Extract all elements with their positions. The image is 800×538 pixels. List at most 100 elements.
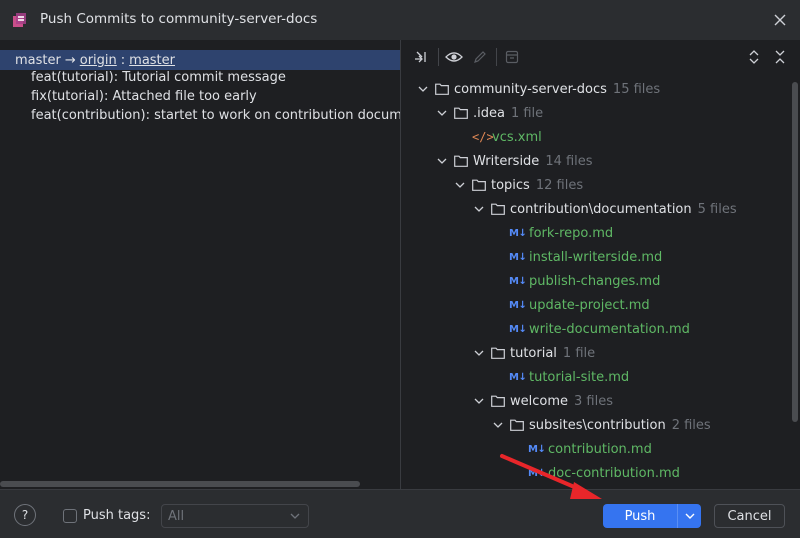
chevron-down-icon[interactable] xyxy=(492,419,504,431)
chevron-down-icon[interactable] xyxy=(473,347,485,359)
title-bar: Push Commits to community-server-docs xyxy=(0,0,800,40)
chevron-down-icon[interactable] xyxy=(685,512,695,520)
file-count: 12 files xyxy=(535,177,584,193)
collapse-all-icon[interactable] xyxy=(773,50,787,64)
remote-link[interactable]: origin xyxy=(80,53,117,68)
file-count: 1 file xyxy=(562,345,596,361)
tree-file[interactable]: M↓ publish-changes.md xyxy=(509,270,660,292)
tree-label: Writerside xyxy=(473,153,540,169)
markdown-file-icon: M↓ xyxy=(528,467,546,479)
expand-all-icon[interactable] xyxy=(747,50,761,64)
markdown-file-icon: M↓ xyxy=(528,443,546,455)
tree-label: community-server-docs xyxy=(454,81,607,97)
shelf-icon[interactable] xyxy=(505,50,519,64)
tree-label: contribution\documentation xyxy=(510,201,692,217)
file-name: tutorial-site.md xyxy=(529,369,630,385)
file-name: fork-repo.md xyxy=(529,225,614,241)
push-button[interactable]: Push xyxy=(603,504,701,528)
changes-panel: community-server-docs 15 files .idea 1 f… xyxy=(401,40,800,489)
dialog-title: Push Commits to community-server-docs xyxy=(40,11,318,27)
commit-item[interactable]: fix(tutorial): Attached file too early xyxy=(31,89,257,108)
markdown-file-icon: M↓ xyxy=(509,275,527,287)
file-name: write-documentation.md xyxy=(529,321,690,337)
tree-label: .idea xyxy=(473,105,505,121)
chevron-down-icon[interactable] xyxy=(454,179,466,191)
toolbar-separator xyxy=(438,48,439,66)
horizontal-scrollbar[interactable] xyxy=(0,481,360,487)
tree-file[interactable]: M↓ doc-contribution.md xyxy=(528,462,680,484)
commit-item[interactable]: feat(contribution): startet to work on c… xyxy=(31,108,400,127)
tree-file[interactable]: M↓ install-writerside.md xyxy=(509,246,662,268)
vertical-scrollbar[interactable] xyxy=(792,82,798,422)
tree-node-idea[interactable]: .idea 1 file xyxy=(436,102,543,124)
tree-node-root[interactable]: community-server-docs 15 files xyxy=(417,78,660,100)
folder-icon xyxy=(454,155,468,167)
chevron-down-icon[interactable] xyxy=(436,155,448,167)
folder-icon xyxy=(510,419,524,431)
file-count: 14 files xyxy=(545,153,593,169)
markdown-file-icon: M↓ xyxy=(509,323,527,335)
commit-item[interactable]: feat(tutorial): Tutorial commit message xyxy=(31,70,286,89)
tree-file-vcs[interactable]: </> vcs.xml xyxy=(472,126,542,148)
markdown-file-icon: M↓ xyxy=(509,227,527,239)
tree-file[interactable]: M↓ contribution.md xyxy=(528,438,652,460)
toolbar-separator xyxy=(496,48,497,66)
file-name: vcs.xml xyxy=(492,129,542,145)
pencil-icon[interactable] xyxy=(473,50,487,64)
eye-icon[interactable] xyxy=(445,50,463,64)
push-button-label[interactable]: Push xyxy=(603,509,677,524)
tree-node-contribution-documentation[interactable]: contribution\documentation 5 files xyxy=(473,198,737,220)
local-branch: master xyxy=(15,52,61,68)
chevron-down-icon[interactable] xyxy=(436,107,448,119)
collapse-all-button[interactable] xyxy=(770,47,790,67)
tree-file[interactable]: M↓ update-project.md xyxy=(509,294,650,316)
push-tags-label[interactable]: Push tags: xyxy=(83,508,150,523)
push-tags-checkbox[interactable] xyxy=(63,509,77,523)
tree-node-topics[interactable]: topics 12 files xyxy=(454,174,583,196)
branch-row[interactable]: master → origin : master xyxy=(0,50,400,70)
tree-label: tutorial xyxy=(510,345,557,361)
file-name: update-project.md xyxy=(529,297,650,313)
changes-toolbar xyxy=(401,40,800,74)
close-icon[interactable] xyxy=(774,14,786,26)
cancel-button[interactable]: Cancel xyxy=(714,504,785,528)
close-button[interactable] xyxy=(768,8,792,32)
tree-file[interactable]: M↓ fork-repo.md xyxy=(509,222,613,244)
file-name: doc-contribution.md xyxy=(548,465,680,481)
expand-all-button[interactable] xyxy=(744,47,764,67)
folder-icon xyxy=(435,83,449,95)
folder-icon xyxy=(491,203,505,215)
tree-node-tutorial[interactable]: tutorial 1 file xyxy=(473,342,595,364)
folder-icon xyxy=(491,347,505,359)
tree-label: topics xyxy=(491,177,530,193)
push-tags-value: All xyxy=(168,508,185,524)
tree-file[interactable]: M↓ tutorial-site.md xyxy=(509,366,629,388)
tree-file[interactable]: M↓ write-documentation.md xyxy=(509,318,690,340)
chevron-down-icon[interactable] xyxy=(473,395,485,407)
markdown-file-icon: M↓ xyxy=(509,251,527,263)
file-count: 5 files xyxy=(697,201,737,217)
file-name: contribution.md xyxy=(548,441,652,457)
chevron-down-icon xyxy=(290,513,300,519)
chevron-down-icon[interactable] xyxy=(473,203,485,215)
help-button[interactable]: ? xyxy=(14,504,36,526)
group-button[interactable] xyxy=(411,47,431,67)
branch-separator: : xyxy=(120,52,126,68)
push-tags-select[interactable]: All xyxy=(161,504,309,528)
tree-node-writerside[interactable]: Writerside 14 files xyxy=(436,150,593,172)
markdown-file-icon: M↓ xyxy=(509,299,527,311)
push-options-dropdown[interactable] xyxy=(678,512,701,520)
chevron-down-icon[interactable] xyxy=(417,83,429,95)
markdown-file-icon: M↓ xyxy=(509,371,527,383)
commits-panel: master → origin : master feat(tutorial):… xyxy=(0,40,400,489)
remote-branch-link[interactable]: master xyxy=(129,53,175,68)
arrow-in-icon[interactable] xyxy=(413,49,429,65)
edit-button[interactable] xyxy=(470,47,490,67)
tree-node-welcome[interactable]: welcome 3 files xyxy=(473,390,613,412)
push-dialog-icon xyxy=(13,13,26,27)
tree-node-subsites-contribution[interactable]: subsites\contribution 2 files xyxy=(492,414,711,436)
shelf-button[interactable] xyxy=(502,47,522,67)
tree-label: subsites\contribution xyxy=(529,417,666,433)
file-count: 15 files xyxy=(612,81,661,97)
show-diff-button[interactable] xyxy=(444,47,464,67)
